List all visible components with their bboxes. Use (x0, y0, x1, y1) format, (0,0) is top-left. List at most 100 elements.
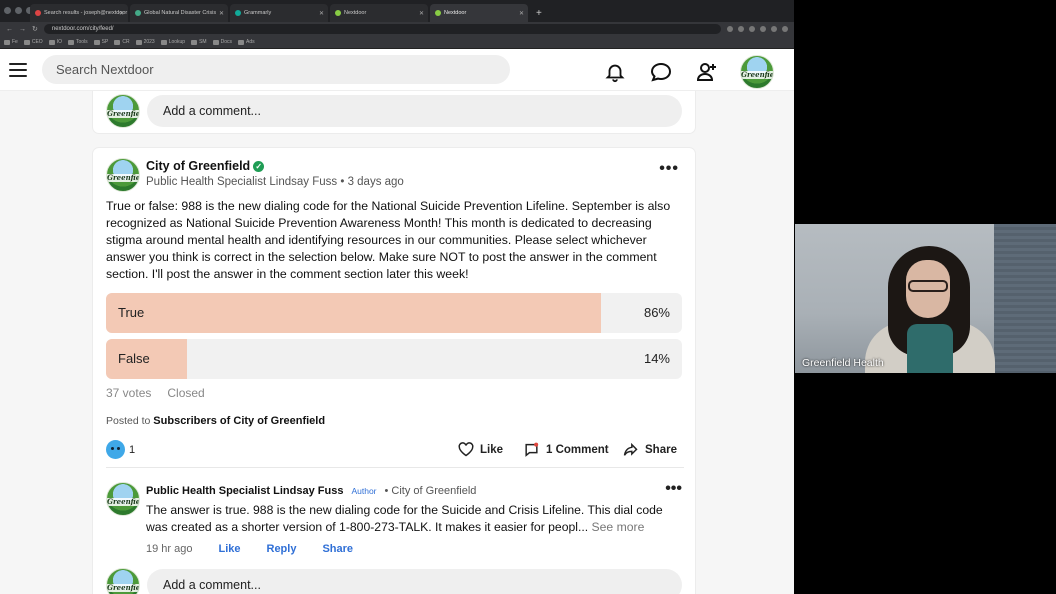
news-feed: Greenfield Greenfield City of Greenfield… (0, 91, 794, 594)
profile-avatar[interactable]: Greenfield (740, 55, 774, 89)
address-bar: ← → ↻ nextdoor.com/city/feed/ (0, 22, 794, 36)
bookmark-item[interactable]: Fe (4, 39, 18, 45)
tab-favicon-icon (435, 10, 441, 16)
new-tab-button[interactable]: + (530, 8, 548, 22)
tab-label: Global Natural Disaster Crisis (144, 10, 217, 16)
author-subtitle: Public Health Specialist Lindsay Fuss • … (146, 176, 404, 188)
close-tab-icon[interactable]: ✕ (119, 10, 124, 17)
tab-favicon-icon (235, 10, 241, 16)
tab-label: Nextdoor (444, 10, 467, 16)
poll-status: Closed (167, 386, 205, 400)
bookmark-item[interactable]: 2023 (135, 39, 155, 45)
bookmark-item[interactable]: Tools (67, 39, 88, 45)
search-input[interactable] (42, 55, 510, 84)
reaction-count: 1 (129, 443, 136, 456)
window-controls[interactable] (4, 7, 33, 14)
reload-icon[interactable]: ↻ (32, 25, 38, 33)
see-more-link[interactable]: See more (592, 520, 645, 534)
reply-author-avatar[interactable]: Greenfield (106, 482, 140, 516)
author-role: Public Health Specialist Lindsay Fuss (146, 176, 338, 188)
bookmark-item[interactable]: SP (93, 39, 108, 45)
tab-bar: Search results - joseph@nextdoor ✕ Global… (0, 0, 794, 22)
reply-author-name[interactable]: Public Health Specialist Lindsay Fuss (146, 485, 343, 497)
poll-meta: 37 votes Closed (106, 386, 205, 400)
add-person-icon[interactable] (694, 59, 720, 85)
bookmark-item[interactable]: SM (191, 39, 207, 45)
menu-icon[interactable] (9, 62, 27, 77)
avatar-text: Greenfield (107, 496, 140, 506)
post-time: 3 days ago (347, 176, 404, 188)
comment-label: 1 Comment (546, 444, 609, 456)
bookmark-item[interactable]: CR (114, 39, 130, 45)
avatar-text: Greenfield (107, 582, 140, 592)
nextdoor-header: Greenfield (0, 49, 794, 91)
posted-to-prefix: Posted to (106, 415, 151, 427)
poll-option-percent: 86% (643, 305, 670, 320)
bookmark-item[interactable]: Ads (238, 39, 255, 45)
extensions-area[interactable] (727, 26, 788, 32)
share-icon (623, 442, 638, 456)
browser-tab[interactable]: Global Natural Disaster Crisis ✕ (130, 4, 228, 22)
poll-fill (106, 293, 602, 333)
like-button[interactable]: Like (458, 442, 503, 457)
posted-to-audience[interactable]: Subscribers of City of Greenfield (153, 415, 325, 427)
tab-favicon-icon (35, 10, 41, 16)
back-icon[interactable]: ← (6, 26, 13, 33)
bookmark-item[interactable]: CEO (23, 39, 43, 45)
reactions[interactable]: 1 (106, 440, 135, 459)
window-blind (994, 224, 1056, 373)
browser-window: Search results - joseph@nextdoor ✕ Global… (0, 0, 794, 594)
author-name[interactable]: City of Greenfield ✓ (146, 159, 404, 173)
bookmark-item[interactable]: Docs (212, 39, 232, 45)
browser-tab[interactable]: Grammarly ✕ (230, 4, 328, 22)
author-name-text[interactable]: City of Greenfield (146, 159, 250, 173)
tab-favicon-icon (335, 10, 341, 16)
post-body: True or false: 988 is the new dialing co… (106, 199, 671, 281)
browser-tab[interactable]: Search results - joseph@nextdoor ✕ (30, 4, 128, 22)
close-tab-icon[interactable]: ✕ (319, 10, 324, 17)
post-header: Greenfield City of Greenfield✓ Public He… (106, 158, 404, 192)
close-tab-icon[interactable]: ✕ (519, 10, 524, 17)
reply-like-button[interactable]: Like (218, 543, 240, 555)
post-actions: 1 Like 1 Comment Share (106, 434, 684, 468)
header-icons: Greenfield (602, 55, 774, 89)
more-options-icon[interactable]: ••• (659, 160, 679, 178)
bell-icon[interactable] (602, 59, 628, 85)
post-card: Greenfield City of Greenfield✓ Public He… (93, 148, 695, 594)
bookmark-item[interactable]: IO (48, 39, 62, 45)
chat-icon[interactable] (648, 59, 674, 85)
poll-option-true[interactable]: True 86% (106, 293, 682, 333)
reply-reply-button[interactable]: Reply (267, 543, 297, 555)
comment-input[interactable] (147, 95, 682, 127)
verified-icon: ✓ (253, 160, 265, 172)
reply-more-icon[interactable]: ••• (665, 480, 682, 498)
author-badge: Author (351, 486, 377, 496)
browser-tab[interactable]: Nextdoor ✕ (330, 4, 428, 22)
comment-input[interactable] (147, 569, 682, 594)
forward-icon[interactable]: → (19, 26, 26, 33)
poll-option-false[interactable]: False 14% (106, 339, 682, 379)
bookmark-item[interactable]: Lookup (160, 39, 185, 45)
reply-text: The answer is true. 988 is the new diali… (146, 502, 686, 536)
browser-tab-active[interactable]: Nextdoor ✕ (430, 4, 528, 22)
reply-actions: 19 hr ago Like Reply Share (146, 543, 353, 555)
heart-icon (458, 442, 474, 457)
share-label: Share (645, 444, 677, 456)
commenter-avatar: Greenfield (106, 568, 140, 594)
participant-name: Greenfield Health (802, 357, 884, 369)
tab-label: Search results - joseph@nextdoor (44, 10, 128, 16)
author-avatar[interactable]: Greenfield (106, 158, 140, 192)
sad-reaction-icon (106, 440, 125, 459)
comment-composer: Greenfield (106, 94, 682, 128)
comment-button[interactable]: 1 Comment (523, 442, 609, 458)
share-button[interactable]: Share (622, 442, 677, 458)
close-tab-icon[interactable]: ✕ (419, 10, 424, 17)
bookmarks-bar: Fe CEO IO Tools SP CR 2023 Lookup SM Doc… (0, 36, 794, 49)
close-tab-icon[interactable]: ✕ (219, 10, 224, 17)
bottom-comment-composer: Greenfield (106, 568, 682, 594)
separator: • (340, 176, 345, 188)
reply-share-button[interactable]: Share (322, 543, 353, 555)
url-field[interactable]: nextdoor.com/city/feed/ (43, 24, 721, 34)
poll-option-percent: 14% (643, 351, 670, 366)
reply-body: The answer is true. 988 is the new diali… (146, 503, 663, 534)
